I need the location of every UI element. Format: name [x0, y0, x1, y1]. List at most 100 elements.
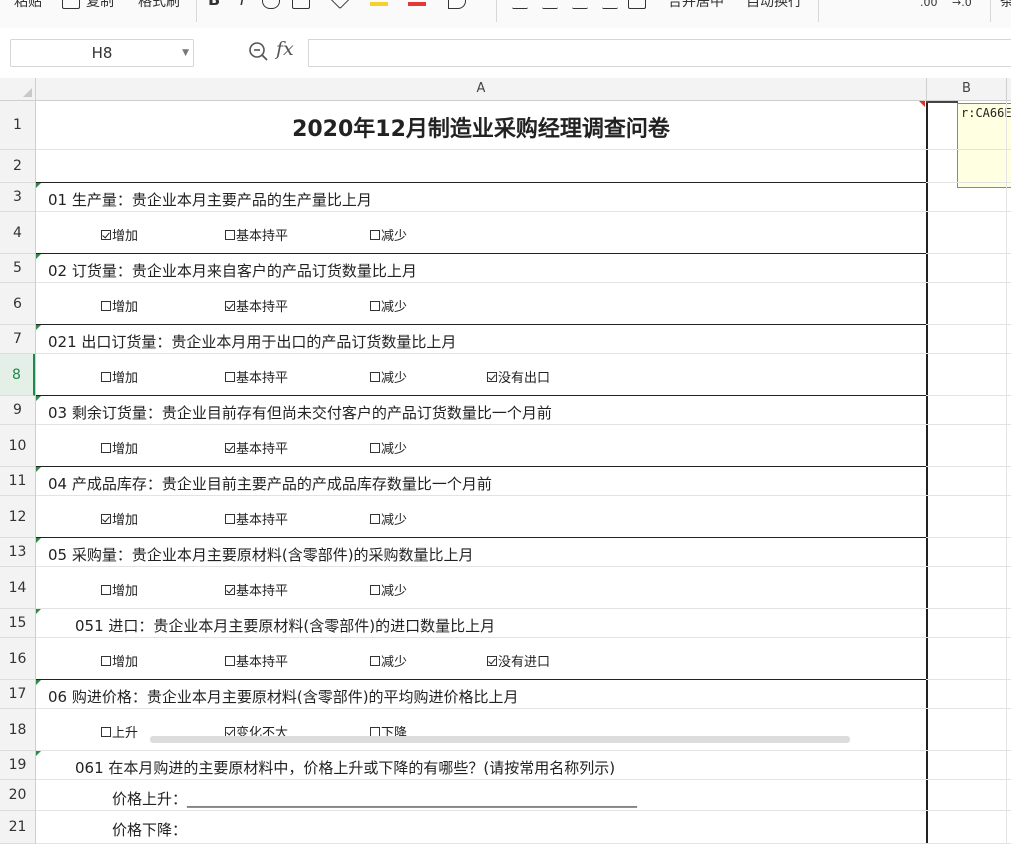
- price-up-line[interactable]: 价格上升：___________________________________…: [112, 788, 637, 809]
- decimal-decrease-button[interactable]: →.0: [952, 0, 972, 9]
- option-r14-flat[interactable]: 基本持平: [225, 580, 288, 599]
- checkbox-icon[interactable]: [370, 229, 380, 240]
- checkbox-icon[interactable]: [225, 655, 235, 666]
- row-header-9[interactable]: 9: [0, 396, 35, 425]
- select-all-corner[interactable]: [0, 78, 36, 100]
- option-r16-decrease[interactable]: 减少: [370, 651, 407, 670]
- row-header-13[interactable]: 13: [0, 538, 35, 567]
- highlight-color-bar[interactable]: [370, 2, 388, 6]
- row-header-10[interactable]: 10: [0, 425, 35, 467]
- option-r4-increase[interactable]: 增加: [101, 225, 138, 244]
- bold-button[interactable]: B: [208, 0, 220, 9]
- checkbox-icon[interactable]: [101, 584, 111, 595]
- checkbox-checked-icon[interactable]: [487, 371, 497, 382]
- checkbox-icon[interactable]: [370, 584, 380, 595]
- row-header-14[interactable]: 14: [0, 567, 35, 609]
- checkbox-icon[interactable]: [101, 726, 111, 737]
- checkbox-icon[interactable]: [101, 442, 111, 453]
- more-button[interactable]: 条: [1000, 0, 1011, 11]
- checkbox-icon[interactable]: [101, 655, 111, 666]
- row-header-3[interactable]: 3: [0, 183, 35, 212]
- format-painter-button[interactable]: 格式刷: [138, 0, 180, 11]
- checkbox-checked-icon[interactable]: [225, 442, 235, 453]
- checkbox-checked-icon[interactable]: [225, 300, 235, 311]
- checkbox-icon[interactable]: [225, 229, 235, 240]
- row-header-12[interactable]: 12: [0, 496, 35, 538]
- row-header-6[interactable]: 6: [0, 283, 35, 325]
- checkbox-checked-icon[interactable]: [101, 513, 111, 524]
- option-r4-flat[interactable]: 基本持平: [225, 225, 288, 244]
- option-r4-decrease[interactable]: 减少: [370, 225, 407, 244]
- option-r6-increase[interactable]: 增加: [101, 296, 138, 315]
- border-icon[interactable]: [292, 0, 310, 9]
- option-r12-flat[interactable]: 基本持平: [225, 509, 288, 528]
- name-box[interactable]: H8 ▼: [10, 39, 194, 67]
- formula-input[interactable]: [308, 39, 1011, 67]
- row-header-15[interactable]: 15: [0, 609, 35, 638]
- row-header-4[interactable]: 4: [0, 212, 35, 254]
- row-header-2[interactable]: 2: [0, 150, 35, 183]
- checkbox-icon[interactable]: [370, 513, 380, 524]
- option-r14-decrease[interactable]: 减少: [370, 580, 407, 599]
- justify-icon[interactable]: [602, 0, 618, 9]
- align-right-icon[interactable]: [572, 0, 588, 9]
- row-header-8[interactable]: 8: [0, 354, 35, 396]
- align-center-icon[interactable]: [542, 0, 558, 9]
- checkbox-icon[interactable]: [370, 726, 380, 737]
- row-header-16[interactable]: 16: [0, 638, 35, 680]
- sheet-grid[interactable]: r:CA66E 2020年12月制造业采购经理调查问卷 01 生产量：贵企业本月…: [36, 101, 1011, 844]
- checkbox-icon[interactable]: [101, 300, 111, 311]
- copy-button[interactable]: 复制: [86, 0, 114, 11]
- italic-button[interactable]: I: [240, 0, 245, 9]
- row-header-19[interactable]: 19: [0, 751, 35, 780]
- option-r8-no_export[interactable]: 没有出口: [487, 367, 550, 386]
- cell-comment[interactable]: r:CA66E: [957, 103, 1011, 188]
- paste-button[interactable]: 粘贴: [14, 0, 42, 11]
- row-header-7[interactable]: 7: [0, 325, 35, 354]
- option-r8-increase[interactable]: 增加: [101, 367, 138, 386]
- checkbox-checked-icon[interactable]: [225, 726, 235, 737]
- price-down-line[interactable]: 价格下降：: [112, 819, 187, 840]
- row-header-1[interactable]: 1: [0, 101, 35, 150]
- row-header-18[interactable]: 18: [0, 709, 35, 751]
- checkbox-icon[interactable]: [370, 371, 380, 382]
- checkbox-icon[interactable]: [370, 655, 380, 666]
- row-header-17[interactable]: 17: [0, 680, 35, 709]
- checkbox-checked-icon[interactable]: [225, 584, 235, 595]
- chevron-down-icon[interactable]: ▼: [182, 40, 189, 66]
- checkbox-checked-icon[interactable]: [101, 229, 111, 240]
- column-header-a[interactable]: A: [36, 78, 927, 100]
- merge-icon[interactable]: [628, 0, 646, 9]
- merge-center-button[interactable]: 合并居中: [668, 0, 724, 11]
- checkbox-icon[interactable]: [101, 371, 111, 382]
- row-header-21[interactable]: 21: [0, 811, 35, 844]
- option-r10-increase[interactable]: 增加: [101, 438, 138, 457]
- option-r8-decrease[interactable]: 减少: [370, 367, 407, 386]
- option-r6-flat[interactable]: 基本持平: [225, 296, 288, 315]
- fill-color-icon[interactable]: [327, 0, 351, 10]
- option-r10-flat[interactable]: 基本持平: [225, 438, 288, 457]
- checkbox-checked-icon[interactable]: [487, 655, 497, 666]
- option-r10-decrease[interactable]: 减少: [370, 438, 407, 457]
- row-header-5[interactable]: 5: [0, 254, 35, 283]
- checkbox-icon[interactable]: [370, 300, 380, 311]
- underline-icon[interactable]: [262, 0, 280, 9]
- align-left-icon[interactable]: [512, 0, 528, 9]
- column-header-b[interactable]: B: [927, 78, 1007, 100]
- clear-format-icon[interactable]: [448, 0, 466, 9]
- auto-wrap-button[interactable]: 自动换行: [746, 0, 802, 11]
- option-r16-increase[interactable]: 增加: [101, 651, 138, 670]
- option-r8-flat[interactable]: 基本持平: [225, 367, 288, 386]
- option-r12-increase[interactable]: 增加: [101, 509, 138, 528]
- horizontal-scrollbar[interactable]: [150, 736, 850, 743]
- zoom-icon[interactable]: [248, 41, 268, 61]
- option-r18-rise[interactable]: 上升: [101, 722, 138, 741]
- option-r16-flat[interactable]: 基本持平: [225, 651, 288, 670]
- font-color-bar[interactable]: [408, 2, 426, 6]
- checkbox-icon[interactable]: [225, 513, 235, 524]
- option-r6-decrease[interactable]: 减少: [370, 296, 407, 315]
- option-r16-no_import[interactable]: 没有进口: [487, 651, 550, 670]
- decimal-increase-button[interactable]: .00: [920, 0, 938, 9]
- option-r12-decrease[interactable]: 减少: [370, 509, 407, 528]
- option-r14-increase[interactable]: 增加: [101, 580, 138, 599]
